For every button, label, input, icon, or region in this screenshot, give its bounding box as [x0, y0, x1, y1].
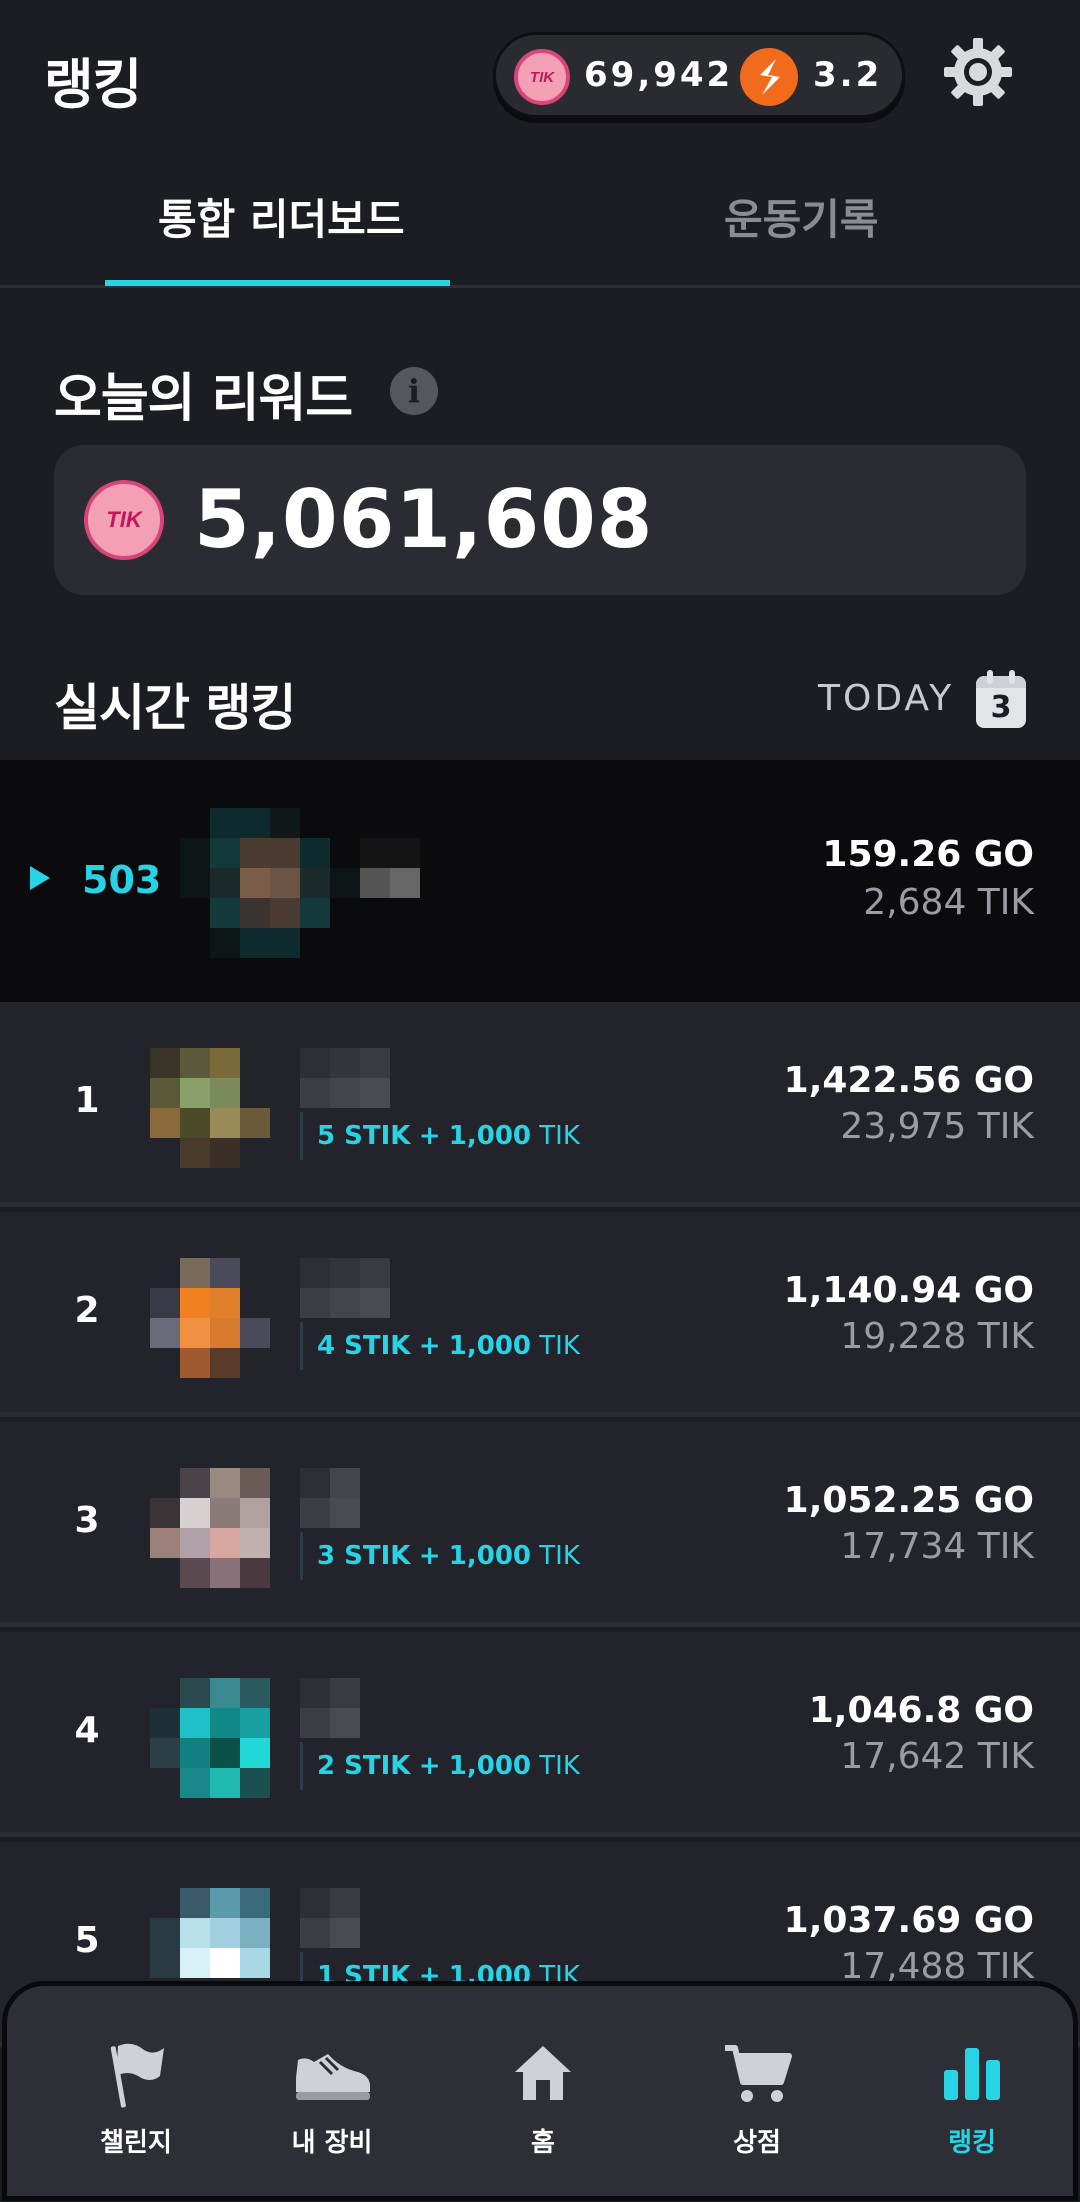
live-ranking-title: 실시간 랭킹 — [54, 679, 296, 737]
info-icon[interactable]: i — [390, 367, 438, 415]
tik-balance: 69,942 — [584, 55, 734, 95]
rank-number: 3 — [74, 1500, 100, 1541]
nav-my-equipment[interactable]: 내 장비 — [257, 2038, 407, 2159]
header: 랭킹 TIK 69,942 3.2 — [0, 0, 1080, 150]
period-label[interactable]: TODAY — [818, 678, 954, 719]
page-title: 랭킹 — [44, 53, 142, 116]
go-score: 1,052.25 GO — [783, 1480, 1034, 1521]
leaderboard-row[interactable]: 2 4 STIK + 1,000 TIK 1,140.94 GO 19,228 … — [0, 1212, 1080, 1417]
avatar — [150, 1678, 270, 1798]
balance-pill[interactable]: TIK 69,942 3.2 — [493, 32, 905, 118]
my-rank: 503 — [82, 858, 162, 902]
tab-bar: 통합 리더보드 운동기록 — [0, 150, 1080, 288]
stik-coin-icon — [740, 48, 798, 106]
tik-coin-icon: TIK — [84, 480, 164, 560]
tab-workout-records[interactable]: 운동기록 — [724, 186, 879, 247]
tik-reward: 19,228 TIK — [840, 1316, 1034, 1357]
nav-label: 챌린지 — [100, 2128, 172, 2158]
nav-home[interactable]: 홈 — [468, 2038, 618, 2159]
prize-label: 2 STIK + 1,000 TIK — [300, 1742, 580, 1790]
nav-shop[interactable]: 상점 — [682, 2038, 832, 2159]
my-go: 159.26 GO — [822, 834, 1034, 875]
go-score: 1,037.69 GO — [783, 1900, 1034, 1941]
rank-number: 1 — [74, 1080, 100, 1121]
username-blurred — [360, 838, 420, 898]
avatar — [150, 1888, 270, 1978]
nav-ranking[interactable]: 랭킹 — [897, 2038, 1047, 2159]
nav-label: 내 장비 — [291, 2128, 373, 2158]
tik-reward: 17,642 TIK — [840, 1736, 1034, 1777]
avatar — [150, 1468, 270, 1588]
active-tab-indicator — [105, 280, 450, 286]
leaderboard-row[interactable]: 4 2 STIK + 1,000 TIK 1,046.8 GO 17,642 T… — [0, 1632, 1080, 1837]
nav-label: 랭킹 — [948, 2128, 996, 2158]
username-blurred — [300, 1888, 360, 1948]
cart-icon — [725, 2045, 792, 2102]
nav-label: 홈 — [531, 2128, 555, 2158]
my-tik: 2,684 TIK — [863, 882, 1034, 923]
flag-icon — [110, 2043, 164, 2108]
avatar — [150, 1258, 270, 1378]
leaderboard-row[interactable]: 1 5 STIK + 1,000 TIK 1,422.56 GO 23,975 … — [0, 1002, 1080, 1207]
home-icon — [515, 2046, 571, 2100]
rank-number: 2 — [74, 1290, 100, 1331]
username-blurred — [300, 1678, 360, 1738]
bar-chart-icon — [944, 2048, 1000, 2100]
username-blurred — [300, 1468, 360, 1528]
prize-label: 4 STIK + 1,000 TIK — [300, 1322, 580, 1370]
reward-value: 5,061,608 — [194, 473, 654, 566]
leaderboard-row[interactable]: 3 3 STIK + 1,000 TIK 1,052.25 GO 17,734 … — [0, 1422, 1080, 1627]
tik-coin-icon: TIK — [514, 49, 570, 105]
sneaker-icon — [296, 2054, 370, 2100]
tik-reward: 17,734 TIK — [840, 1526, 1034, 1567]
stik-balance: 3.2 — [813, 55, 883, 95]
avatar — [150, 1048, 270, 1168]
tab-integrated-leaderboard[interactable]: 통합 리더보드 — [158, 186, 404, 247]
username-blurred — [300, 1048, 390, 1108]
bottom-nav: 챌린지 내 장비 홈 상점 랭킹 — [2, 1981, 1078, 2201]
nav-challenge[interactable]: 챌린지 — [61, 2038, 211, 2159]
calendar-icon[interactable]: 3 — [976, 670, 1026, 728]
tik-reward: 23,975 TIK — [840, 1106, 1034, 1147]
reward-box: TIK 5,061,608 — [54, 445, 1026, 595]
prize-label: 5 STIK + 1,000 TIK — [300, 1112, 580, 1160]
go-score: 1,140.94 GO — [783, 1270, 1034, 1311]
username-blurred — [300, 1258, 390, 1318]
rank-number: 5 — [74, 1920, 100, 1961]
settings-gear-icon[interactable] — [942, 36, 1014, 108]
nav-label: 상점 — [733, 2128, 781, 2158]
reward-title: 오늘의 리워드 — [54, 369, 353, 429]
rank-number: 4 — [74, 1710, 100, 1751]
avatar — [180, 808, 360, 958]
prize-label: 3 STIK + 1,000 TIK — [300, 1532, 580, 1580]
my-ranking-row[interactable]: 503 159.26 GO 2,684 TIK — [0, 760, 1080, 1002]
go-score: 1,422.56 GO — [783, 1060, 1034, 1101]
current-user-arrow-icon — [30, 866, 50, 890]
go-score: 1,046.8 GO — [808, 1690, 1034, 1731]
